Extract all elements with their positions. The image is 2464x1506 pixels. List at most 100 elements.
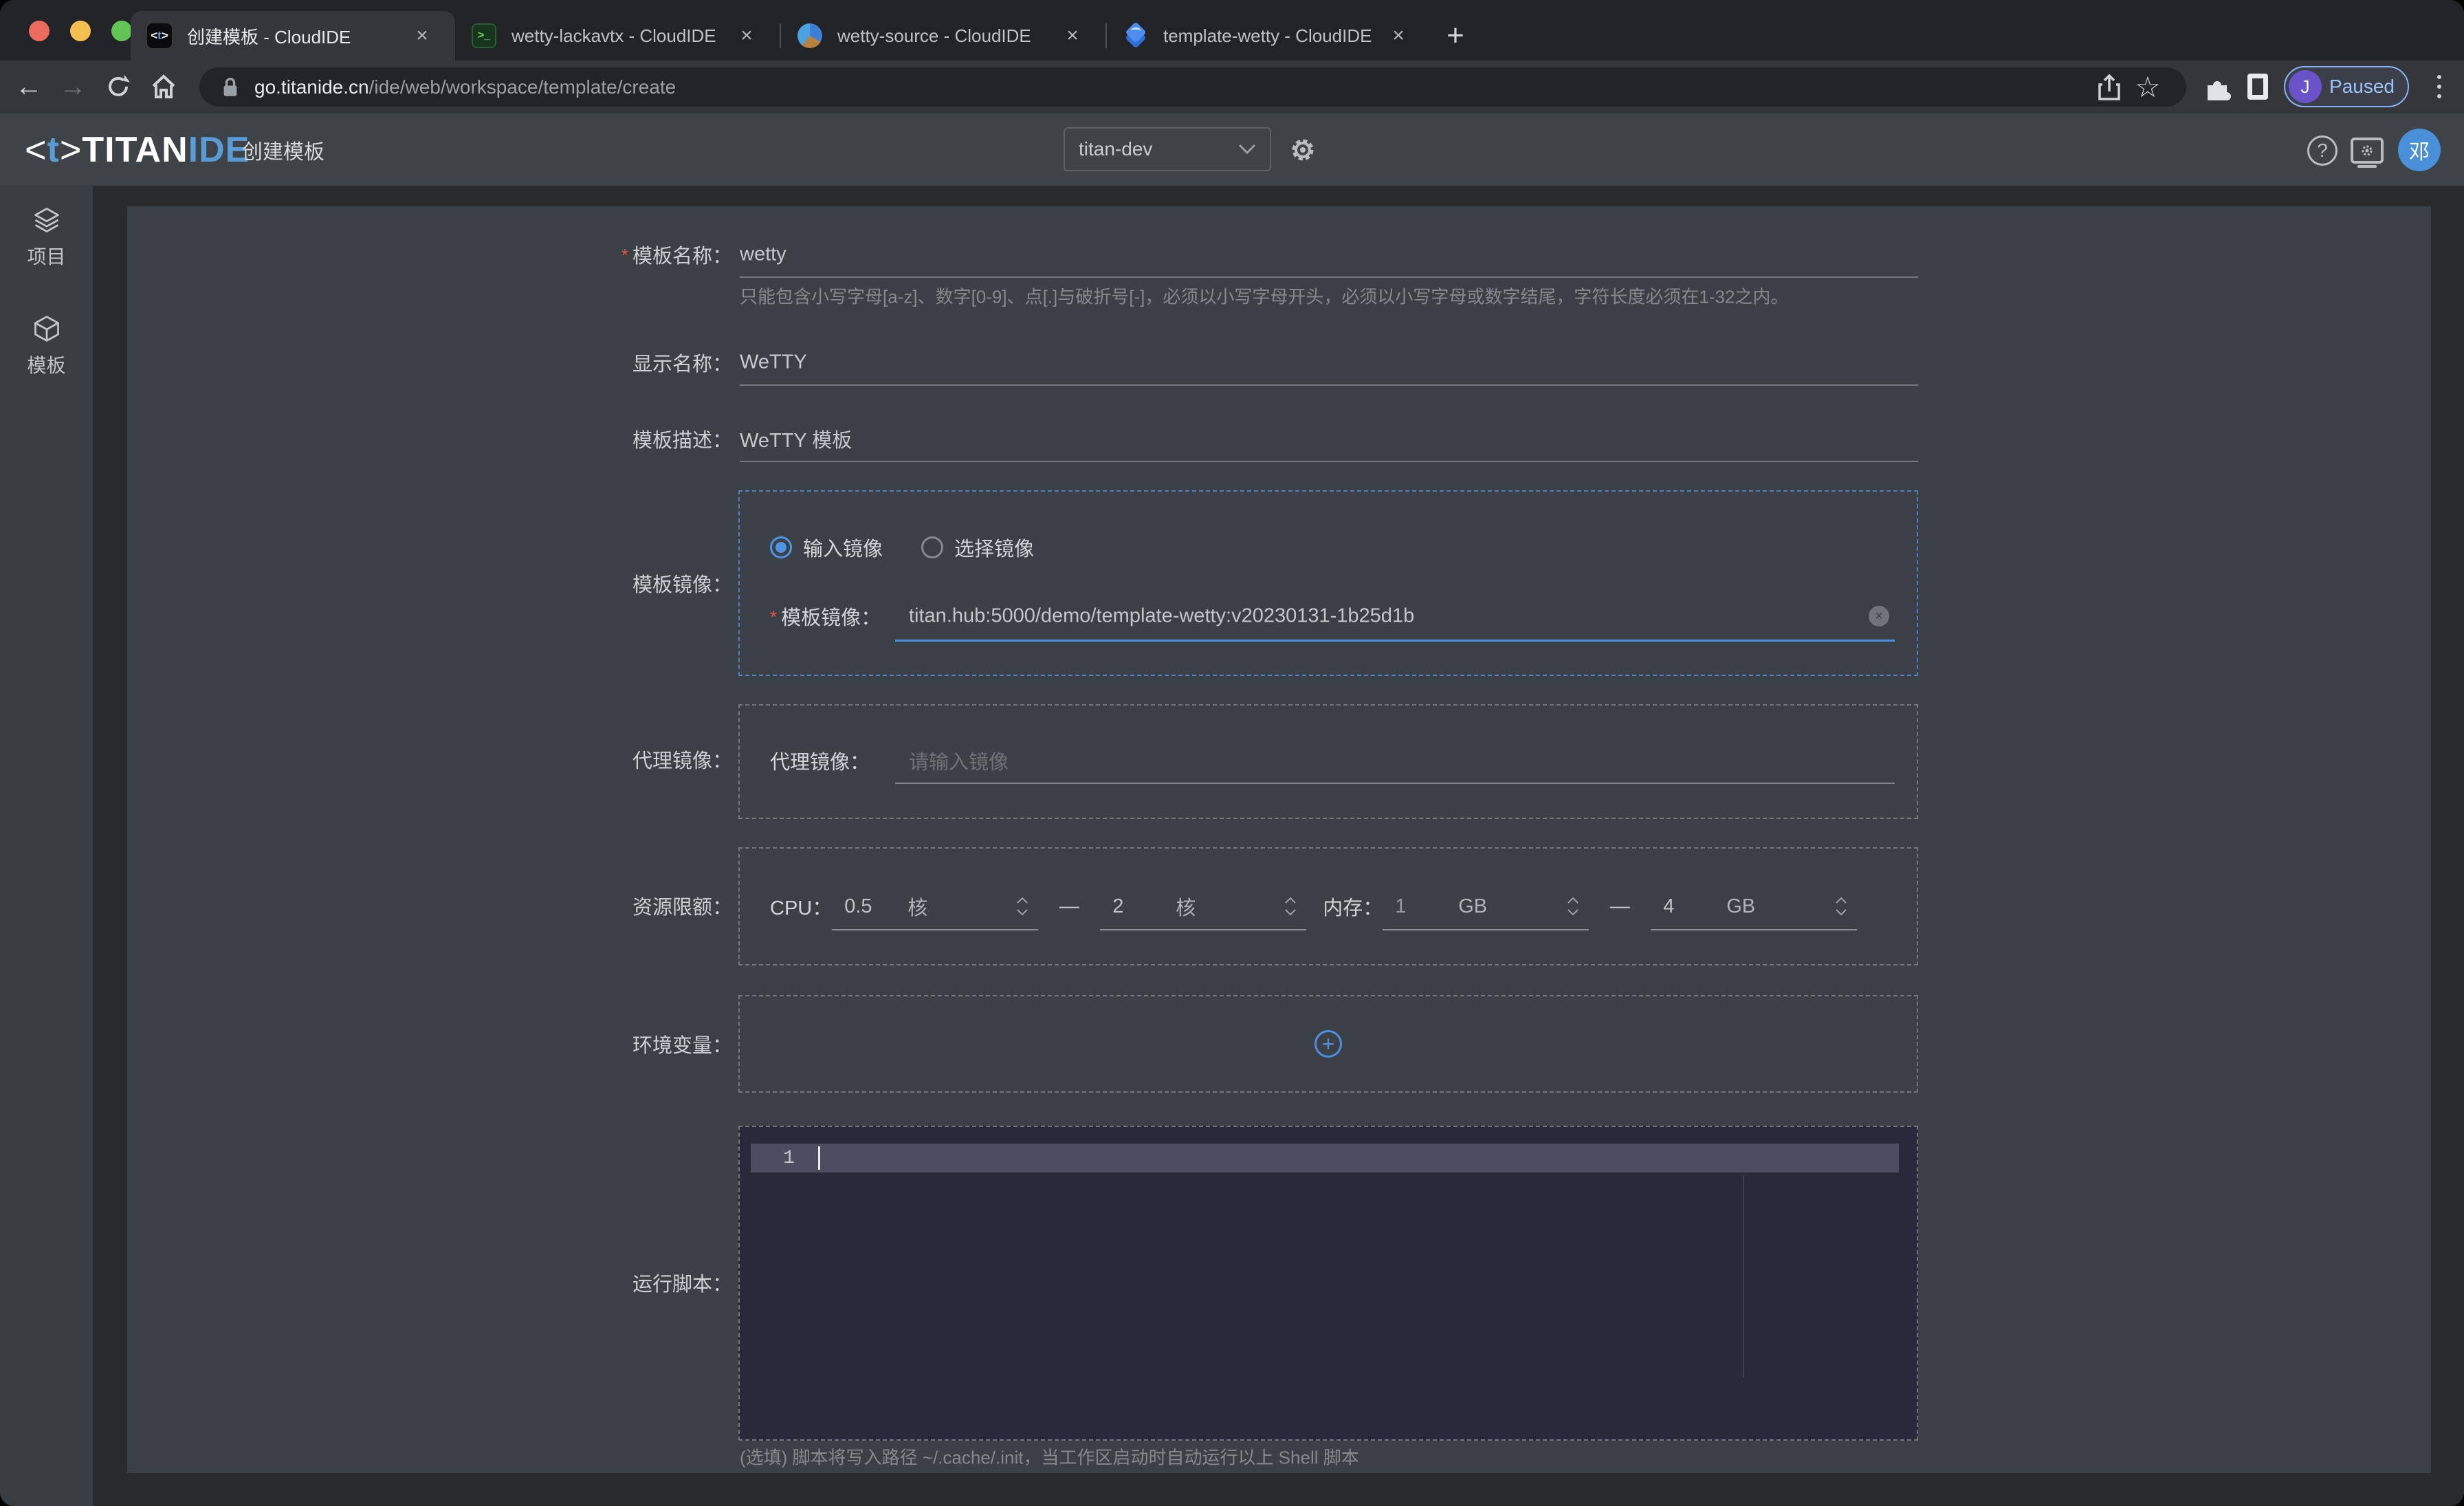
editor-active-line: 1 — [751, 1144, 1899, 1172]
tab-wetty-lackavtx[interactable]: >_ wetty-lackavtx - CloudIDE × — [455, 11, 780, 61]
reload-icon[interactable] — [98, 66, 139, 107]
tab-create-template[interactable]: <t> 创建模板 - CloudIDE × — [131, 11, 455, 61]
home-icon[interactable] — [143, 66, 184, 107]
tab-list: <t> 创建模板 - CloudIDE × >_ wetty-lackavtx … — [131, 11, 1480, 61]
range-dash: — — [1038, 895, 1100, 918]
radio-unselected-icon — [921, 536, 943, 558]
script-code-editor[interactable]: 1 — [738, 1126, 1918, 1441]
editor-ruler — [1743, 1175, 1744, 1377]
sidebar-item-label: 项目 — [27, 242, 65, 270]
display-name-label: 显示名称： — [127, 348, 732, 377]
tab-close-icon[interactable]: × — [733, 22, 760, 50]
workspace-select-value: titan-dev — [1079, 138, 1152, 160]
template-image-label: 模板镜像： — [127, 569, 732, 598]
stepper-icons[interactable] — [1016, 897, 1038, 916]
share-icon[interactable] — [2090, 68, 2128, 107]
tab-panel-icon[interactable] — [2237, 66, 2278, 107]
focused-underline — [895, 640, 1895, 642]
browser-menu-icon[interactable] — [2426, 70, 2453, 103]
new-tab-button[interactable]: + — [1431, 11, 1480, 61]
run-script-hint: (选填) 脚本将写入路径 ~/.cache/.init，当工作区启动时自动运行以… — [740, 1444, 1359, 1470]
bookmark-star-icon[interactable]: ☆ — [2128, 68, 2167, 107]
forward-icon[interactable]: → — [52, 66, 94, 107]
tab-wetty-source[interactable]: wetty-source - CloudIDE × — [781, 11, 1106, 61]
layers-icon — [32, 205, 62, 235]
inner-image-label: *模板镜像： — [770, 602, 881, 631]
url-domain: go.titanide.cn — [254, 76, 369, 98]
workspace-monitor-icon[interactable] — [2348, 131, 2386, 170]
workspace-select[interactable]: titan-dev — [1064, 127, 1271, 171]
profile-avatar: J — [2289, 70, 2322, 103]
titanide-logo: <t>TITANIDE — [25, 113, 250, 186]
editor-cursor — [818, 1146, 820, 1170]
env-vars-box: + — [738, 995, 1918, 1093]
radio-label: 选择镜像 — [954, 533, 1034, 562]
logo-bracket: < — [25, 129, 47, 171]
proxy-image-input[interactable]: 请输入镜像 — [909, 746, 1009, 775]
lock-icon — [219, 74, 242, 101]
tab-title: wetty-source - CloudIDE — [837, 25, 1059, 47]
cpu-min-input[interactable]: 0.5 — [832, 895, 908, 918]
back-icon[interactable]: ← — [8, 66, 50, 107]
stepper-icons[interactable] — [1567, 897, 1589, 916]
url-bar[interactable]: go.titanide.cn/ide/web/workspace/templat… — [199, 67, 2186, 107]
app-header: <t>TITANIDE 创建模板 titan-dev ? 邓 — [0, 113, 2464, 186]
logo-t: t — [47, 129, 60, 171]
logo-titan: TITAN — [82, 129, 188, 171]
radio-label: 输入镜像 — [803, 533, 883, 562]
mem-min-group: 1 GB — [1383, 882, 1589, 930]
clear-input-icon[interactable]: × — [1869, 606, 1889, 626]
input-underline — [740, 461, 1918, 462]
close-window-button[interactable] — [29, 21, 50, 41]
settings-gear-icon[interactable] — [1287, 134, 1319, 169]
browser-toolbar: ← → go.titanide.cn/ide/web/workspace/tem… — [0, 61, 2464, 113]
proxy-image-box: 代理镜像： 请输入镜像 — [738, 704, 1918, 819]
tab-close-icon[interactable]: × — [1059, 22, 1086, 50]
profile-chip[interactable]: J Paused — [2284, 66, 2409, 107]
page-body: 项目 模板 *模板名称： wetty 只能包含小写字母[a-z]、数字[0-9]… — [0, 186, 2464, 1506]
help-icon[interactable]: ? — [2303, 131, 2342, 170]
template-image-input[interactable]: titan.hub:5000/demo/template-wetty:v2023… — [909, 605, 1414, 628]
tab-close-icon[interactable]: × — [1385, 22, 1412, 50]
tab-title: wetty-lackavtx - CloudIDE — [512, 25, 733, 47]
tab-title: template-wetty - CloudIDE — [1163, 25, 1385, 47]
page-title: 创建模板 — [242, 113, 324, 186]
minimize-window-button[interactable] — [70, 21, 91, 41]
mem-max-group: 4 GB — [1651, 882, 1857, 930]
mem-max-unit: GB — [1726, 895, 1835, 918]
editor-line-number: 1 — [751, 1144, 795, 1172]
mem-min-input[interactable]: 1 — [1383, 895, 1458, 918]
sidebar-item-templates[interactable]: 模板 — [0, 314, 93, 378]
mem-max-input[interactable]: 4 — [1651, 895, 1726, 918]
cpu-max-input[interactable]: 2 — [1100, 895, 1176, 918]
titanide-favicon: <t> — [147, 23, 172, 48]
sidebar-item-label: 模板 — [27, 351, 65, 378]
template-name-input[interactable]: wetty — [740, 243, 786, 266]
tab-title: 创建模板 - CloudIDE — [187, 23, 408, 49]
radio-select-image[interactable]: 选择镜像 — [921, 533, 1034, 562]
proxy-image-label: 代理镜像： — [127, 745, 732, 774]
cpu-min-group: 0.5 核 — [832, 882, 1038, 930]
description-input[interactable]: WeTTY 模板 — [740, 424, 852, 453]
display-name-input[interactable]: WeTTY — [740, 351, 807, 374]
sidebar-item-projects[interactable]: 项目 — [0, 205, 93, 270]
add-env-var-button[interactable]: + — [1314, 1030, 1342, 1058]
fish-favicon — [798, 23, 822, 48]
tab-close-icon[interactable]: × — [408, 22, 436, 50]
radio-input-image[interactable]: 输入镜像 — [770, 533, 883, 562]
extensions-puzzle-icon[interactable] — [2197, 66, 2238, 107]
stepper-icons[interactable] — [1835, 897, 1857, 916]
tab-template-wetty[interactable]: template-wetty - CloudIDE × — [1107, 11, 1431, 61]
user-avatar[interactable]: 邓 — [2398, 129, 2441, 171]
run-script-label: 运行脚本： — [127, 1268, 732, 1297]
stepper-icons[interactable] — [1284, 897, 1306, 916]
template-name-hint: 只能包含小写字母[a-z]、数字[0-9]、点[.]与破折号[-]，必须以小写字… — [740, 283, 1788, 309]
maximize-window-button[interactable] — [111, 21, 132, 41]
memory-label: 内存： — [1323, 892, 1383, 921]
input-underline — [740, 384, 1918, 386]
logo-bracket: > — [60, 129, 82, 171]
chevron-down-icon — [1238, 144, 1256, 155]
resources-box: CPU： 0.5 核 — 2 核 — [738, 847, 1918, 965]
cpu-max-unit: 核 — [1176, 892, 1284, 921]
browser-window: <t> 创建模板 - CloudIDE × >_ wetty-lackavtx … — [0, 0, 2464, 1506]
